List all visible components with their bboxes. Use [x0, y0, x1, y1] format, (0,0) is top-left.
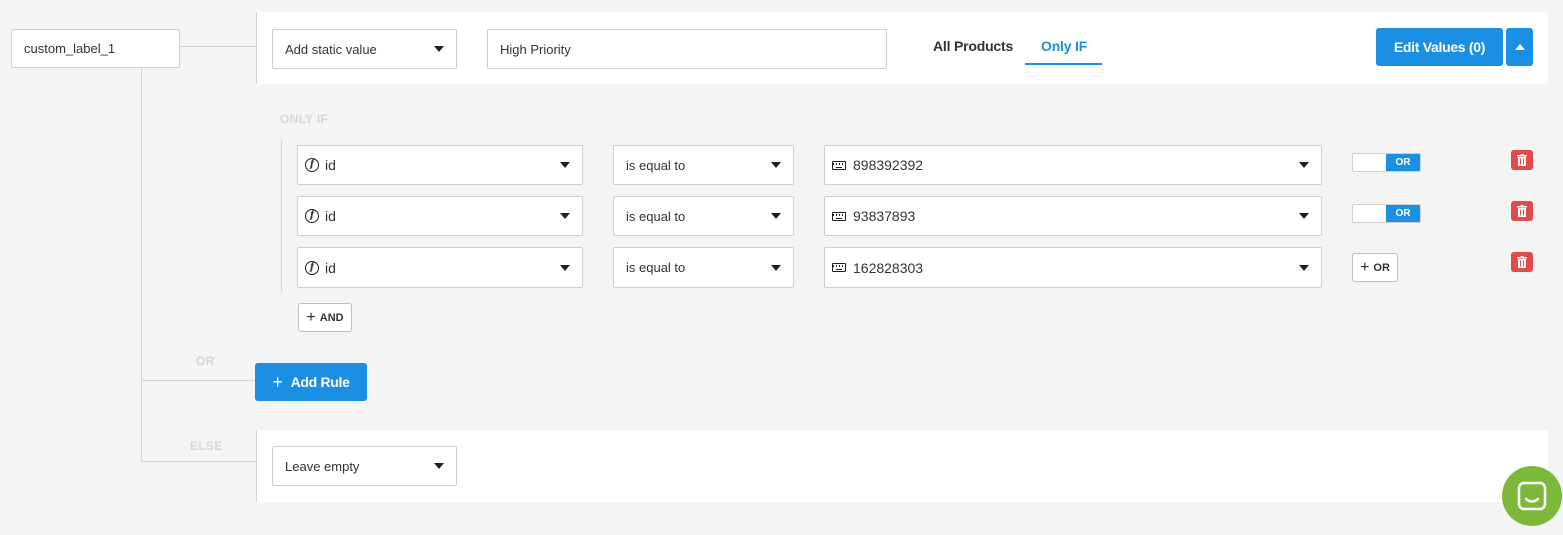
static-value-text: High Priority [500, 41, 571, 57]
caret-down-icon [771, 162, 781, 168]
add-rule-label: Add Rule [290, 374, 350, 390]
condition-value-select[interactable]: 93837893 [824, 196, 1322, 236]
plus-icon: + [306, 308, 316, 326]
function-icon: f [305, 260, 319, 275]
condition-operator-text: is equal to [626, 157, 686, 173]
else-label: ELSE [190, 439, 223, 453]
edit-values-button[interactable]: Edit Values (0) [1376, 28, 1503, 66]
add-rule-button[interactable]: + Add Rule [255, 363, 367, 401]
delete-condition-button[interactable] [1511, 252, 1533, 272]
keyboard-icon [832, 211, 846, 221]
or-toggle[interactable]: OR [1352, 153, 1421, 172]
chat-icon [1517, 481, 1547, 511]
caret-down-icon [560, 213, 570, 219]
or-toggle-label: OR [1386, 205, 1420, 222]
function-icon: f [305, 158, 319, 172]
delete-condition-button[interactable] [1511, 150, 1533, 170]
caret-down-icon [1299, 264, 1309, 271]
caret-down-icon [560, 162, 570, 168]
conditions-bracket [281, 140, 282, 292]
plus-icon: + [1360, 258, 1370, 276]
caret-up-icon [1514, 44, 1525, 50]
tab-only-if[interactable]: Only IF [1041, 38, 1087, 54]
caret-down-icon [1299, 162, 1309, 168]
condition-field-select[interactable]: f id [297, 145, 583, 185]
condition-field-text: id [325, 259, 336, 276]
else-value-select[interactable]: Leave empty [272, 446, 457, 486]
chat-widget-button[interactable] [1502, 466, 1562, 526]
condition-field-select[interactable]: f id [297, 196, 583, 236]
tab-all-products[interactable]: All Products [933, 38, 1013, 54]
condition-value-select[interactable]: 162828303 [824, 247, 1322, 288]
condition-value-select[interactable]: 898392392 [824, 145, 1322, 185]
condition-operator-text: is equal to [626, 260, 686, 275]
condition-field-select[interactable]: f id [297, 247, 583, 288]
condition-operator-text: is equal to [626, 208, 686, 224]
value-type-text: Add static value [285, 41, 377, 57]
add-and-button[interactable]: + AND [298, 303, 352, 332]
collapse-button[interactable] [1506, 28, 1533, 66]
or-label: OR [196, 354, 215, 368]
plus-icon: + [272, 372, 283, 392]
condition-operator-select[interactable]: is equal to [613, 196, 794, 236]
caret-down-icon [434, 463, 444, 469]
condition-field-text: id [325, 157, 336, 173]
toggle-knob [1353, 205, 1386, 222]
add-and-label: AND [319, 311, 344, 324]
condition-operator-select[interactable]: is equal to [613, 145, 794, 185]
only-if-heading: ONLY IF [280, 112, 329, 126]
keyboard-icon [832, 160, 846, 170]
caret-down-icon [434, 46, 444, 52]
root-label-text: custom_label_1 [24, 41, 116, 56]
condition-value-text: 93837893 [853, 208, 916, 224]
trash-icon [1517, 205, 1527, 217]
static-value-input[interactable]: High Priority [487, 29, 887, 69]
value-type-select[interactable]: Add static value [272, 29, 457, 69]
caret-down-icon [1299, 213, 1309, 219]
active-tab-underline [1025, 63, 1102, 65]
condition-value-text: 162828303 [853, 259, 924, 276]
caret-down-icon [560, 264, 570, 271]
caret-down-icon [771, 264, 781, 271]
or-toggle-label: OR [1386, 154, 1420, 171]
connector-line [141, 67, 142, 462]
delete-condition-button[interactable] [1511, 201, 1533, 221]
connector-line [141, 380, 255, 381]
caret-down-icon [771, 213, 781, 219]
add-or-button[interactable]: + OR [1352, 253, 1398, 282]
keyboard-icon [832, 263, 846, 272]
condition-operator-select[interactable]: is equal to [613, 247, 794, 288]
add-or-label: OR [1373, 261, 1390, 274]
root-label-field[interactable]: custom_label_1 [11, 29, 180, 68]
condition-field-text: id [325, 208, 336, 224]
trash-icon [1517, 154, 1527, 166]
condition-value-text: 898392392 [853, 157, 924, 173]
function-icon: f [305, 209, 319, 223]
or-toggle[interactable]: OR [1352, 204, 1421, 223]
toggle-knob [1353, 154, 1386, 171]
connector-line [141, 461, 257, 462]
edit-values-label: Edit Values (0) [1393, 39, 1486, 55]
connector-line [179, 46, 257, 47]
else-value-text: Leave empty [285, 458, 360, 474]
trash-icon [1517, 256, 1527, 268]
